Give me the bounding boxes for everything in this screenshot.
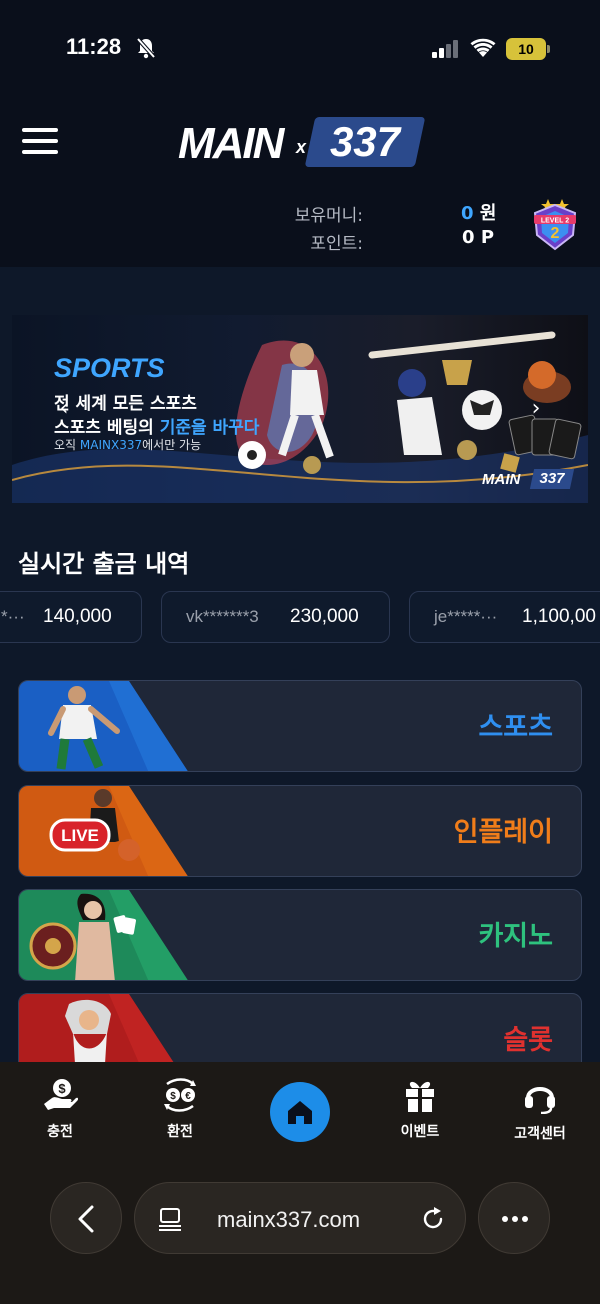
status-bar: 11:28 10 [0,0,600,95]
banner-headline-2a: 스포츠 베팅의 [54,418,160,438]
banner-subline-b: MAINX337 [79,438,143,452]
page-menu-icon[interactable] [157,1205,185,1233]
balance-label: 보유머니: [294,206,363,226]
banner-headline-2: 스포츠 베팅의 기준을 바꾸다 [54,413,259,438]
withdrawal-amount: 140,000 [43,606,112,627]
game-card-casino[interactable]: 카지노 [18,889,582,981]
cellular-signal-icon [432,40,458,58]
banner-logo-number: 337 [539,470,565,487]
withdrawal-item: je*****··· 1,100,00 [409,591,600,643]
gift-icon [406,1081,434,1112]
game-card-label: 슬롯 [503,1025,553,1056]
points-amount: 0 [462,227,475,248]
withdrawal-id: *··· [1,607,25,626]
browser-back-button[interactable] [50,1182,122,1254]
banner-subline-a: 오직 [54,438,80,452]
battery-indicator: 10 [506,38,550,60]
banner-logo-number-block: 337 [529,469,575,489]
logo-number-block: 337 [304,117,426,167]
status-time: 11:28 [66,34,122,59]
banner-subline: 오직 MAINX337에서만 가능 [54,436,201,453]
banner-logo: MAIN 337 [482,469,575,491]
address-bar[interactable]: mainx337.com [134,1182,466,1254]
exchange-icon: $ € [164,1078,196,1112]
banner-prev-icon[interactable]: ‹ [54,397,74,421]
banner-next-icon[interactable]: › [526,397,546,421]
bell-muted-icon [136,37,156,59]
withdrawal-amount: 1,100,00 [522,606,596,627]
sports-player-icon [19,681,188,771]
bottom-nav: $ 충전 $ € 환전 이벤트 고객센터 [0,1062,600,1162]
nav-label-charge: 충전 [47,1124,73,1140]
nav-exchange[interactable]: $ € 환전 [130,1078,230,1141]
browser-toolbar: mainx337.com [0,1162,600,1304]
banner-subline-c: 에서만 가능 [142,438,202,452]
game-card-label: 카지노 [478,921,553,952]
nav-label-support: 고객센터 [514,1126,566,1142]
withdrawal-item: vk*******3 230,000 [161,591,390,643]
banner-headline-1: 전 세계 모든 스포츠 [54,394,197,414]
home-button[interactable] [270,1082,330,1142]
level-badge-text: LEVEL 2 [541,218,569,225]
more-dots-icon [502,1216,528,1222]
game-card-inplay[interactable]: LIVE 인플레이 [18,785,582,877]
headset-icon [525,1087,555,1114]
nav-label-event: 이벤트 [400,1124,440,1140]
balance-unit: 원 [479,203,497,224]
logo-main-text: MAIN [178,119,284,168]
url-text: mainx337.com [217,1207,361,1232]
svg-text:$: $ [170,1091,176,1102]
live-badge-text: LIVE [61,826,99,845]
balance-amount: 0 [461,203,474,224]
points-label: 포인트: [310,234,363,254]
game-card-label: 스포츠 [478,712,553,743]
banner-sports-text: SPORTS [54,353,165,383]
site-header: MAIN x 337 보유머니: 0 원 포인트: 0 P LEVEL 2 2 [0,95,600,267]
home-icon [288,1101,312,1124]
logo-x-text: x [296,137,307,157]
svg-text:$: $ [58,1081,66,1096]
site-logo[interactable]: MAIN x 337 [178,117,426,169]
points-unit: P [480,227,495,248]
svg-text:2: 2 [551,225,560,242]
nav-support[interactable]: 고객센터 [490,1078,590,1143]
nav-label-exchange: 환전 [167,1124,193,1140]
chevron-left-icon [78,1205,94,1233]
logo-number-text: 337 [329,118,401,165]
live-player-icon: LIVE [19,786,188,876]
wifi-icon [470,38,496,57]
game-card-sports[interactable]: 스포츠 [18,680,582,772]
withdrawal-id: vk*******3 [186,607,259,626]
nav-charge[interactable]: $ 충전 [10,1078,110,1141]
points-value: 0 P [462,227,494,248]
promo-banner[interactable]: SPORTS 전 세계 모든 스포츠 스포츠 베팅의 기준을 바꾸다 오직 MA… [12,315,588,503]
reload-icon[interactable] [419,1205,447,1233]
withdrawal-amount: 230,000 [290,606,359,627]
balance-value: 0 원 [461,199,496,225]
game-card-label: 인플레이 [453,817,553,848]
casino-dealer-icon [19,890,188,980]
browser-more-button[interactable] [478,1182,550,1254]
banner-headline-2b: 기준을 바꾸다 [159,418,260,438]
withdrawal-item: *··· 140,000 [0,591,142,643]
svg-text:€: € [185,1091,191,1102]
withdrawal-id: je*****··· [434,607,498,626]
withdrawals-title: 실시간 출금 내역 [18,550,190,578]
deposit-hand-icon: $ [44,1079,78,1110]
menu-icon[interactable] [22,128,58,156]
level-badge-icon[interactable]: LEVEL 2 2 [530,195,580,251]
banner-logo-main: MAIN [482,471,521,488]
nav-event[interactable]: 이벤트 [370,1078,470,1141]
